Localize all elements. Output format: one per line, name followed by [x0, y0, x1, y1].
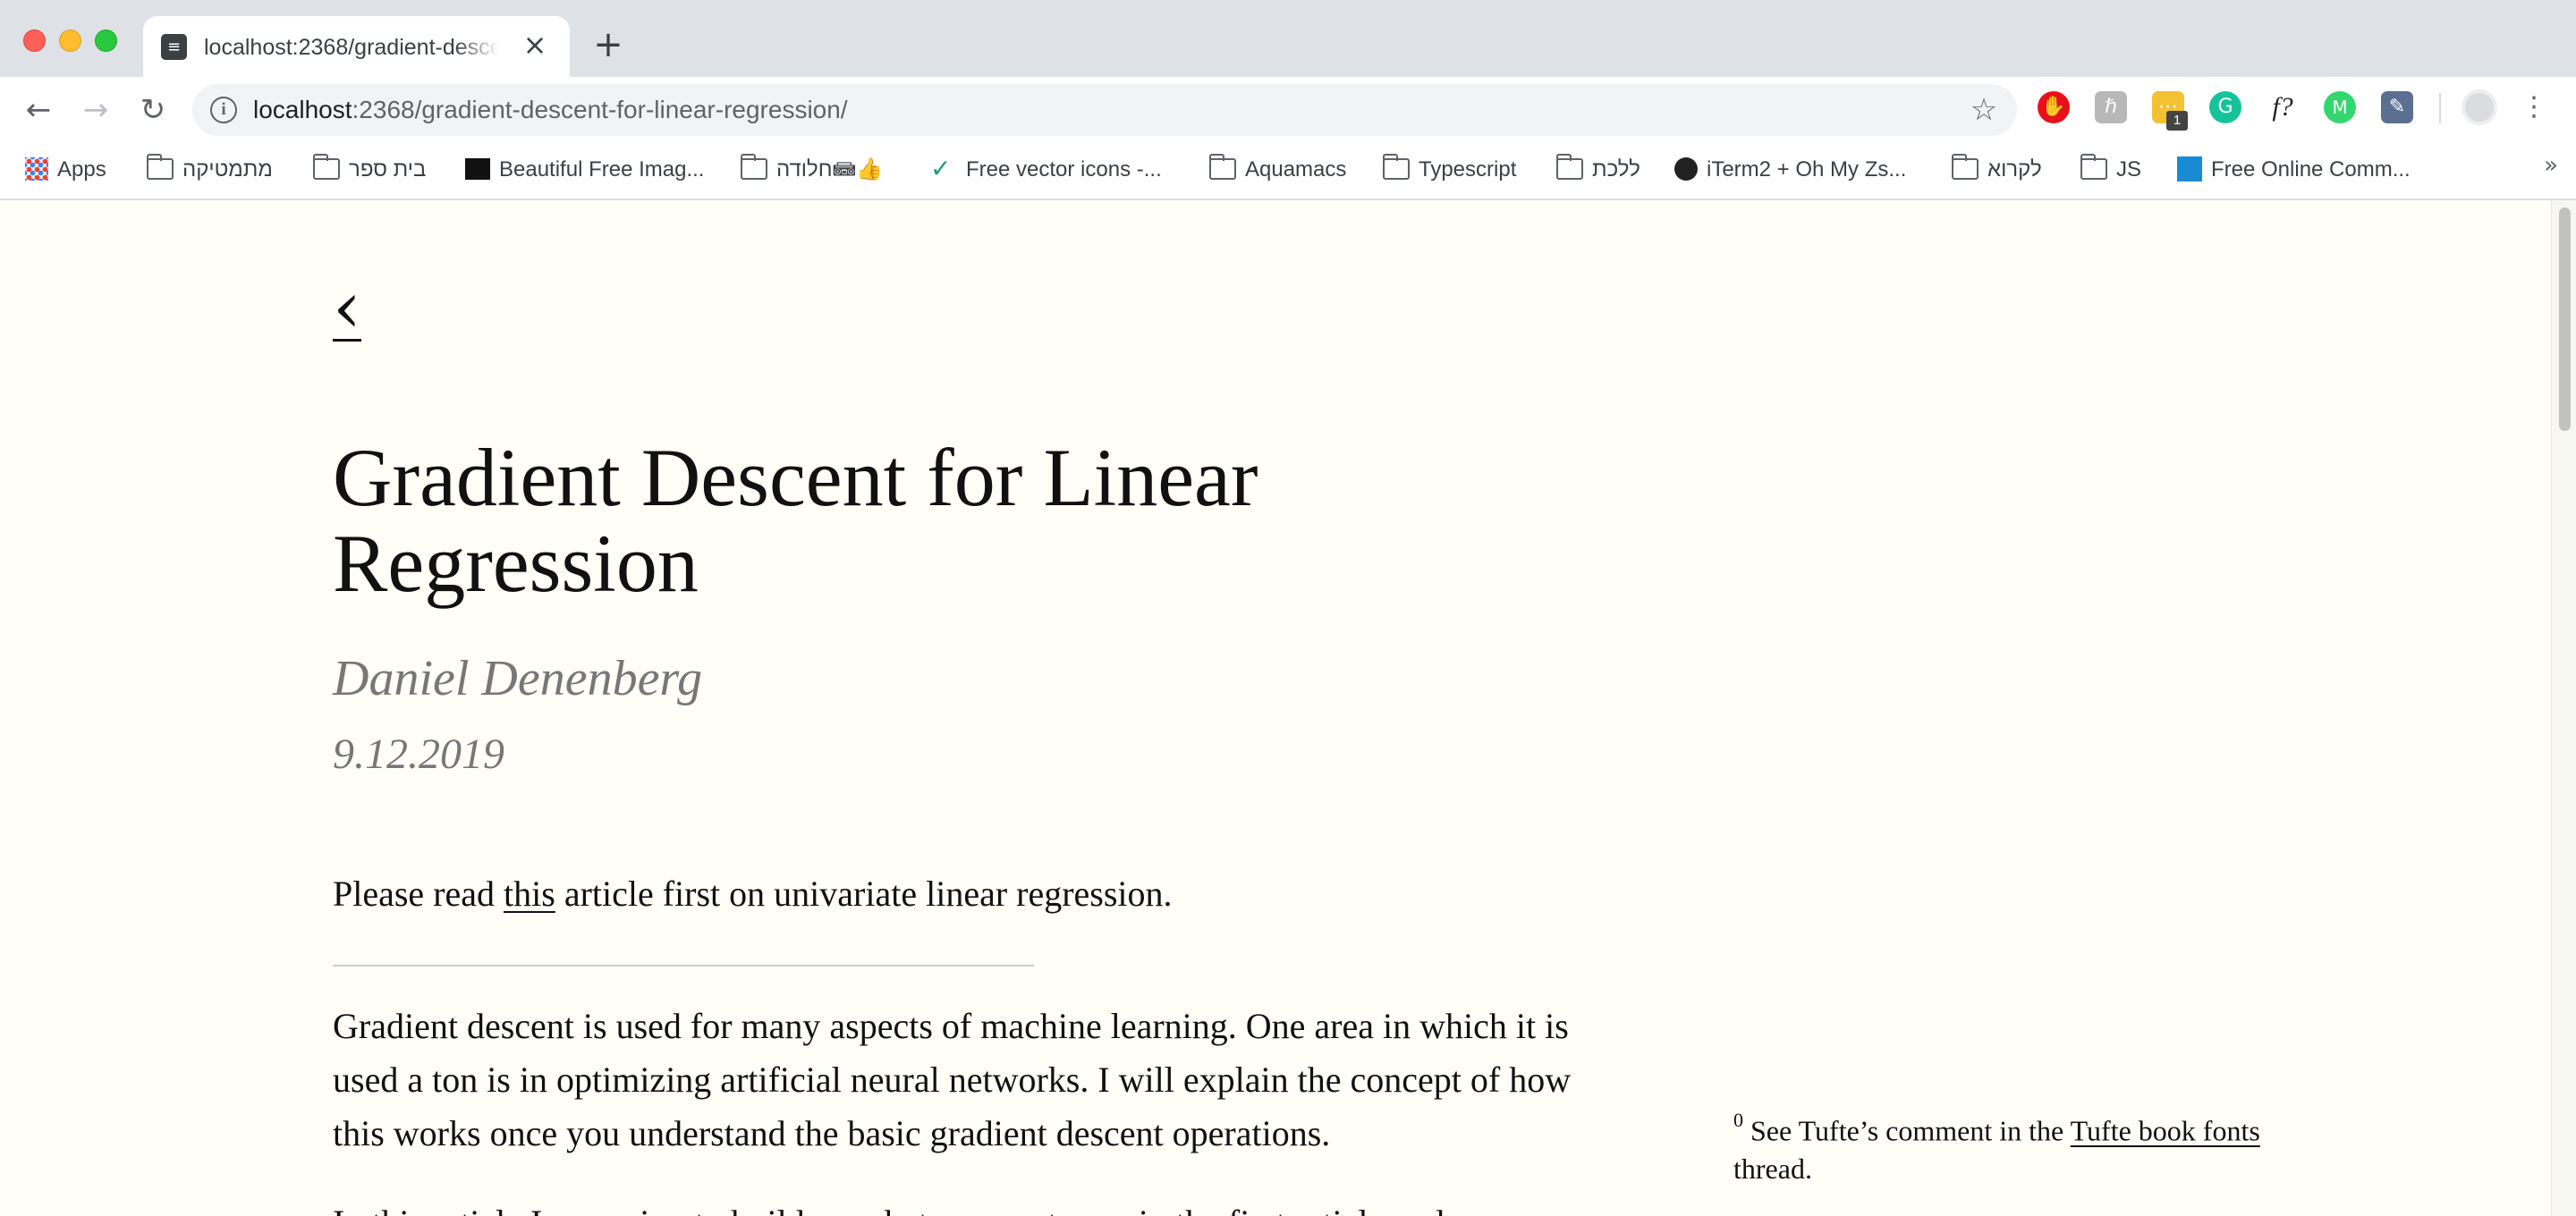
intro-paragraph: Please read this article first on univar…	[333, 867, 1585, 921]
window-close-button[interactable]	[23, 30, 46, 52]
article-title: Gradient Descent for Linear Regression	[333, 432, 1258, 609]
close-icon[interactable]: ×	[519, 29, 551, 61]
bookmark-folder-typescript[interactable]: Typescript	[1383, 152, 1516, 188]
browser-toolbar: ← → ↻ i localhost:2368/gradient-descent-…	[0, 77, 2576, 143]
folder-icon	[1952, 153, 1979, 180]
grammarly-label: G	[2217, 96, 2233, 118]
bookmark-label: Beautiful Free Imag...	[499, 157, 705, 182]
bookmark-label: לקרוא	[1987, 157, 2042, 182]
star-icon[interactable]: ☆	[1967, 93, 2001, 127]
body-paragraph-next: In this article I am going to build on w…	[333, 1187, 1603, 1216]
back-link[interactable]: ‹	[333, 272, 361, 343]
folder-icon	[313, 153, 340, 180]
forward-button[interactable]: →	[75, 89, 116, 131]
bookmark-label: בית ספר	[349, 157, 427, 182]
new-tab-button[interactable]: +	[590, 27, 626, 63]
reload-icon: ↻	[140, 92, 166, 128]
article-date: 9.12.2019	[333, 730, 504, 778]
kebab-menu-icon[interactable]: ⋮	[2521, 89, 2547, 125]
page-scrollbar[interactable]	[2551, 200, 2576, 1216]
bookmark-folder-togo[interactable]: ללכת	[1556, 152, 1640, 188]
bookmark-label: חלודה📾👍	[776, 157, 884, 182]
folder-icon	[1556, 153, 1583, 180]
bookmark-apps[interactable]: Apps	[25, 152, 106, 188]
document-icon: ≡	[161, 34, 187, 60]
bookmark-iterm[interactable]: iTerm2 + Oh My Zs...	[1674, 152, 1906, 188]
extension-badge: 1	[2166, 111, 2188, 131]
article-author: Daniel Denenberg	[333, 651, 703, 706]
plus-icon: +	[593, 24, 623, 65]
sidenote-mark: 0	[1733, 1109, 1743, 1131]
flaticon-icon: ✓	[930, 153, 952, 183]
section-divider	[333, 965, 1034, 967]
window-minimize-button[interactable]	[59, 30, 81, 52]
bookmarks-overflow-chevron[interactable]: »	[2544, 152, 2558, 179]
intro-text-before: Please read	[333, 874, 504, 914]
browser-tab-active[interactable]: ≡ localhost:2368/gradient-descent-for-li…	[143, 16, 570, 77]
grammarly-extension-icon[interactable]: G	[2209, 91, 2241, 123]
info-icon[interactable]: i	[210, 97, 237, 123]
sidenote: 0 See Tufte’s comment in the Tufte book …	[1733, 1105, 2306, 1187]
sidenote-text-before: See Tufte’s comment in the	[1750, 1114, 2071, 1147]
tab-title: localhost:2368/gradient-descent-for-line…	[204, 35, 499, 60]
mercury-label: M	[2332, 97, 2348, 118]
unsplash-icon	[465, 157, 490, 180]
notes-extension-icon[interactable]: ⋯ 1	[2152, 91, 2188, 131]
bookmark-label: Free Online Comm...	[2211, 157, 2411, 182]
sidenote-text-after: thread.	[1733, 1152, 1812, 1185]
next-paragraph-text: In this article I am going to build on w…	[333, 1203, 1445, 1216]
browser-titlebar: ≡ localhost:2368/gradient-descent-for-li…	[0, 0, 2576, 77]
page-content: ‹ Gradient Descent for Linear Regression…	[0, 200, 2551, 1216]
bookmark-label: Aquamacs	[1245, 157, 1347, 182]
address-url[interactable]: localhost:2368/gradient-descent-for-line…	[253, 95, 848, 125]
reload-button[interactable]: ↻	[132, 89, 174, 131]
folder-icon	[1383, 153, 1410, 180]
back-button[interactable]: ←	[18, 89, 59, 131]
bookmark-label: Free vector icons -...	[966, 157, 1162, 182]
grey-extension-icon[interactable]: ℏ	[2095, 91, 2127, 123]
pen-extension-icon[interactable]: ✎	[2381, 91, 2413, 123]
bookmark-flaticon[interactable]: ✓ Free vector icons -...	[930, 152, 1162, 188]
bookmark-label: מתמטיקה	[182, 157, 273, 182]
bookmark-label: ללכת	[1592, 157, 1640, 182]
bookmark-folder-rust[interactable]: חלודה📾👍	[741, 152, 883, 188]
url-host: localhost	[253, 96, 352, 123]
bookmark-label: JS	[2116, 157, 2142, 182]
window-zoom-button[interactable]	[95, 30, 117, 52]
body-paragraph: Gradient descent is used for many aspect…	[333, 1006, 1572, 1153]
sidenote-link[interactable]: Tufte book fonts	[2071, 1115, 2260, 1147]
toolbar-separator	[2439, 93, 2441, 123]
bookmark-label: Typescript	[1419, 157, 1517, 182]
folder-icon	[741, 153, 767, 180]
bookmark-folder-js[interactable]: JS	[2080, 152, 2141, 188]
folder-icon	[2080, 153, 2107, 180]
comma-icon	[2177, 156, 2202, 182]
intro-text-after: article first on univariate linear regre…	[555, 874, 1173, 914]
bookmark-unsplash[interactable]: Beautiful Free Imag...	[465, 152, 704, 188]
intro-link[interactable]: this	[504, 874, 555, 914]
mercury-extension-icon[interactable]: M	[2324, 91, 2356, 123]
folder-icon	[1209, 153, 1236, 180]
address-bar[interactable]: i localhost:2368/gradient-descent-for-li…	[192, 84, 2017, 136]
scrollbar-thumb[interactable]	[2559, 207, 2571, 431]
bookmark-label: iTerm2 + Oh My Zs...	[1707, 157, 1907, 182]
apps-grid-icon	[25, 156, 48, 181]
bookmark-folder-math[interactable]: מתמטיקה	[147, 152, 273, 188]
folder-icon	[147, 153, 174, 180]
bookmark-comma[interactable]: Free Online Comm...	[2177, 152, 2411, 188]
arrow-right-icon: →	[82, 92, 109, 128]
font-finder-extension-icon[interactable]: f?	[2267, 91, 2299, 123]
bookmark-label: Apps	[57, 157, 106, 182]
bookmark-folder-aquamacs[interactable]: Aquamacs	[1209, 152, 1346, 188]
arrow-left-icon: ←	[25, 92, 52, 128]
github-icon	[1674, 156, 1698, 181]
url-path: :2368/gradient-descent-for-linear-regres…	[352, 96, 848, 123]
font-finder-label: f?	[2272, 92, 2293, 122]
bookmarks-bar: Apps מתמטיקה בית ספר Beautiful Free Imag…	[0, 143, 2576, 200]
bookmark-folder-toread[interactable]: לקרוא	[1952, 152, 2042, 188]
bookmark-folder-school[interactable]: בית ספר	[313, 152, 426, 188]
profile-avatar[interactable]	[2462, 89, 2497, 125]
adblock-extension-icon[interactable]: ✋	[2038, 91, 2070, 123]
